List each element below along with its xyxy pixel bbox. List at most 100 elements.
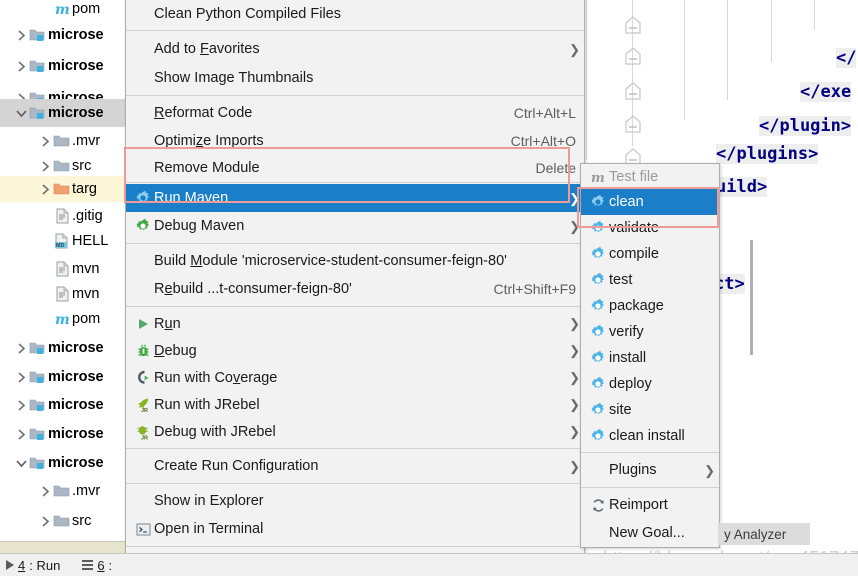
tree-expander-chevron-down-icon[interactable] <box>14 450 28 476</box>
menu-item-label: Run Maven <box>154 190 229 206</box>
svg-text:MD: MD <box>56 243 64 249</box>
menu-item-reformat-code[interactable]: Reformat Code Ctrl+Alt+L <box>126 99 584 127</box>
menu-item-label: Debug Maven <box>154 218 245 234</box>
maven-gear-green-icon <box>132 218 154 234</box>
tree-row[interactable]: microse <box>0 392 125 418</box>
tree-row[interactable]: src <box>0 508 125 534</box>
menu-item-clean[interactable]: clean <box>581 189 719 215</box>
code-fold-marker[interactable] <box>622 45 644 67</box>
tree-expander[interactable] <box>38 281 52 307</box>
tree-row[interactable]: m pom <box>0 306 125 332</box>
text-file-icon <box>52 256 72 282</box>
menu-item-label: validate <box>609 220 659 236</box>
debug-bug-icon <box>132 343 154 358</box>
tree-row[interactable]: microse <box>0 364 125 390</box>
menu-item-plugins[interactable]: Plugins ❯ <box>581 456 719 484</box>
menu-item-build-module[interactable]: Build Module 'microservice-student-consu… <box>126 247 584 275</box>
menu-item-debug-maven[interactable]: Debug Maven ❯ <box>126 212 584 240</box>
tree-expander-chevron-right-icon[interactable] <box>14 421 28 447</box>
indent-guide <box>771 0 772 62</box>
tree-expander[interactable] <box>38 256 52 282</box>
project-tree[interactable]: m pom microse microse microse microse .m… <box>0 0 125 554</box>
tree-expander-chevron-right-icon[interactable] <box>38 478 52 504</box>
maven-m-icon: m <box>52 306 72 332</box>
tree-row[interactable]: microse <box>0 335 125 361</box>
menu-item-label: Show Image Thumbnails <box>154 70 314 86</box>
menu-item-site[interactable]: site <box>581 397 719 423</box>
menu-item-clean-install[interactable]: clean install <box>581 423 719 449</box>
menu-item-clean-python-compiled-files[interactable]: Clean Python Compiled Files <box>126 0 584 27</box>
menu-item-label: Debug <box>154 342 197 359</box>
menu-item-run-with-coverage[interactable]: Run with Coverage ❯ <box>126 364 584 391</box>
menu-item-open-in-terminal[interactable]: Open in Terminal <box>126 515 584 543</box>
tree-row[interactable]: microse <box>0 421 125 447</box>
indent-guide <box>814 0 815 30</box>
menu-item-run-maven[interactable]: Run Maven ❯ <box>126 184 584 212</box>
folder-icon <box>52 508 72 534</box>
menu-item-rebuild-module[interactable]: Rebuild ...t-consumer-feign-80' Ctrl+Shi… <box>126 275 584 303</box>
tree-expander-chevron-right-icon[interactable] <box>38 128 52 154</box>
menu-item-test-file: m Test file <box>581 164 719 189</box>
menu-item-create-run-configuration[interactable]: Create Run Configuration ❯ <box>126 452 584 480</box>
tree-row[interactable]: microse <box>0 22 125 48</box>
tree-row-highlighted[interactable]: targ <box>0 176 125 202</box>
run-maven-submenu[interactable]: m Test file clean validate compile test … <box>580 163 720 548</box>
svg-text:JR: JR <box>141 408 148 413</box>
menu-item-new-goal[interactable]: New Goal... <box>581 519 719 547</box>
tree-row[interactable]: .mvr <box>0 128 125 154</box>
tree-expander-chevron-down-icon[interactable] <box>14 100 28 126</box>
menu-item-label: site <box>609 402 632 418</box>
maven-gear-blue-icon <box>587 402 609 418</box>
menu-item-run[interactable]: Run ❯ <box>126 310 584 337</box>
menu-item-deploy[interactable]: deploy <box>581 371 719 397</box>
tree-expander[interactable] <box>38 306 52 332</box>
code-fold-marker[interactable] <box>622 14 644 36</box>
menu-item-reimport[interactable]: Reimport <box>581 491 719 519</box>
tree-row[interactable]: mvn <box>0 256 125 282</box>
tree-row[interactable]: mvn <box>0 281 125 307</box>
tree-row[interactable]: MD HELL <box>0 228 125 254</box>
menu-item-remove-module[interactable]: Remove Module Delete <box>126 155 584 181</box>
tree-expander-chevron-right-icon[interactable] <box>38 508 52 534</box>
menu-item-optimize-imports[interactable]: Optimize Imports Ctrl+Alt+O <box>126 127 584 155</box>
menu-item-shortcut: Delete <box>535 160 576 176</box>
menu-item-debug[interactable]: Debug ❯ <box>126 337 584 364</box>
menu-item-package[interactable]: package <box>581 293 719 319</box>
tree-expander[interactable] <box>38 203 52 229</box>
tree-expander[interactable] <box>38 228 52 254</box>
menu-item-verify[interactable]: verify <box>581 319 719 345</box>
tree-row[interactable]: .mvr <box>0 478 125 504</box>
menu-item-add-to-favorites[interactable]: Add to Favorites ❯ <box>126 34 584 64</box>
run-play-icon <box>6 560 14 570</box>
tree-expander-chevron-right-icon[interactable] <box>14 22 28 48</box>
tree-row[interactable]: microse <box>0 450 125 476</box>
menu-item-label: compile <box>609 246 659 262</box>
project-context-menu[interactable]: Clean Python Compiled Files Add to Favor… <box>125 0 585 576</box>
tree-row-selected[interactable]: microse <box>0 99 125 127</box>
tree-expander-chevron-right-icon[interactable] <box>38 176 52 202</box>
tree-expander-chevron-right-icon[interactable] <box>14 53 28 79</box>
tree-row[interactable]: microse <box>0 53 125 79</box>
tree-expander-chevron-right-icon[interactable] <box>14 364 28 390</box>
tree-expander-chevron-right-icon[interactable] <box>14 335 28 361</box>
menu-item-run-with-jrebel[interactable]: JR Run with JRebel ❯ <box>126 391 584 418</box>
menu-item-compile[interactable]: compile <box>581 241 719 267</box>
menu-item-test[interactable]: test <box>581 267 719 293</box>
code-fold-marker[interactable] <box>622 113 644 135</box>
menu-item-show-in-explorer[interactable]: Show in Explorer <box>126 487 584 515</box>
tree-expander-chevron-right-icon[interactable] <box>14 392 28 418</box>
tree-row[interactable]: m pom <box>0 0 125 22</box>
run-play-icon <box>132 317 154 331</box>
menu-item-validate[interactable]: validate <box>581 215 719 241</box>
code-fold-marker[interactable] <box>622 80 644 102</box>
menu-item-debug-with-jrebel[interactable]: JR Debug with JRebel ❯ <box>126 418 584 445</box>
menu-item-label: Open in Terminal <box>154 521 264 537</box>
tool-window-todo[interactable]: 6: <box>82 558 112 573</box>
tool-window-run[interactable]: 4: Run <box>6 558 60 573</box>
menu-item-show-image-thumbnails[interactable]: Show Image Thumbnails <box>126 64 584 92</box>
tree-expander[interactable] <box>38 0 52 22</box>
menu-item-install[interactable]: install <box>581 345 719 371</box>
tab-dependency-analyzer[interactable]: y Analyzer <box>718 523 810 545</box>
tree-row[interactable]: .gitig <box>0 203 125 229</box>
menu-separator <box>126 30 584 31</box>
